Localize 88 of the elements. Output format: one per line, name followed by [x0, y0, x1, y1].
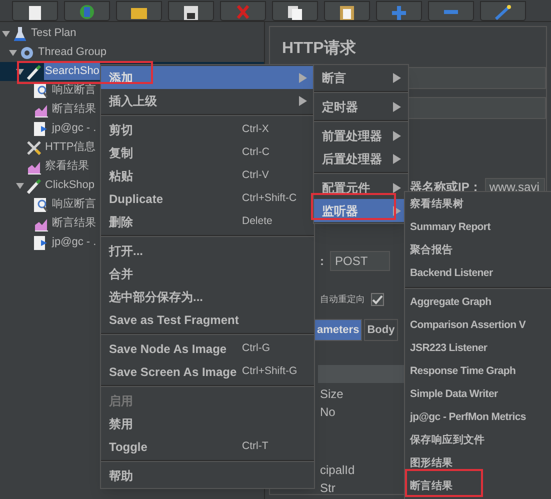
checkbox[interactable] — [371, 293, 384, 306]
menu-item[interactable]: 断言 — [314, 66, 408, 89]
tree-item[interactable]: jp@gc - . — [51, 120, 98, 137]
tools-icon — [26, 140, 42, 156]
menu-item[interactable]: Aggregate Graph — [405, 291, 551, 314]
tree-item[interactable]: 断言结果 — [51, 215, 97, 232]
menu-item[interactable]: JSR223 Listener — [405, 337, 551, 360]
menu-item[interactable]: 保存响应到文件 — [405, 429, 551, 452]
menu-item[interactable]: Duplicate Ctrl+Shift-C — [101, 187, 314, 210]
checkbox-label: 自动重定向 — [320, 293, 365, 306]
table-cell-text: Str — [320, 480, 336, 497]
menu-item[interactable]: jp@gc - PerfMon Metrics — [405, 406, 551, 429]
menu-item[interactable]: Backend Listener — [405, 262, 551, 285]
menu-item[interactable]: Comparison Assertion V — [405, 314, 551, 337]
tree-item[interactable]: 断言结果 — [51, 101, 97, 118]
expanded-caret-icon[interactable] — [16, 182, 24, 190]
menu-item[interactable]: 合并 — [101, 262, 314, 285]
tree-item[interactable]: Thread Group — [37, 44, 108, 61]
tree-item[interactable]: SearchSho — [44, 63, 100, 80]
menu-item[interactable]: 断言结果 — [405, 475, 551, 498]
submenu-arrow-icon — [392, 72, 402, 84]
menu-item[interactable]: 聚合报告 — [405, 239, 551, 262]
menu-item[interactable]: 前置处理器 — [314, 124, 408, 147]
expanded-caret-icon[interactable] — [2, 30, 10, 38]
pipette-icon — [26, 178, 42, 194]
shortcut-label: Ctrl-C — [242, 144, 270, 160]
toolbar-button[interactable] — [168, 1, 214, 21]
shortcut-label: Ctrl+Shift-G — [242, 364, 298, 379]
menu-item[interactable]: 删除 Delete — [101, 210, 314, 233]
tree-item[interactable]: Test Plan — [30, 25, 78, 42]
submenu-arrow-icon — [392, 152, 402, 164]
menu-item[interactable]: 打开... — [101, 239, 314, 262]
tree-item[interactable]: jp@gc - . — [51, 234, 98, 251]
minus-icon — [444, 10, 458, 14]
check-icon — [372, 294, 383, 305]
toolbar-button[interactable] — [272, 1, 318, 21]
menu-item[interactable]: 帮助 — [101, 464, 314, 487]
submenu-arrow-icon — [392, 182, 402, 194]
toolbar-button[interactable] — [324, 1, 370, 21]
magnifier-icon — [33, 196, 49, 212]
submenu-arrow-icon — [392, 130, 402, 142]
menu-item[interactable]: 察看结果树 — [405, 193, 551, 216]
document-arrow-icon — [33, 120, 49, 136]
shortcut-label: Ctrl-G — [242, 340, 271, 356]
menu-item[interactable]: 剪切 Ctrl-X — [101, 118, 314, 141]
shortcut-label: Delete — [242, 214, 274, 229]
wand-icon — [492, 4, 514, 20]
expanded-caret-icon[interactable] — [9, 48, 17, 56]
pipette-icon — [26, 64, 42, 80]
menu-item[interactable]: Save Node As Image Ctrl-G — [101, 337, 314, 360]
menu-item[interactable]: Response Time Graph — [405, 360, 551, 383]
toolbar-button[interactable] — [12, 1, 58, 21]
panel-title: HTTP请求 — [282, 38, 356, 59]
submenu-arrow-icon — [392, 100, 402, 112]
tree-item[interactable]: 响应断言 — [51, 82, 97, 99]
menu-item[interactable]: 图形结果 — [405, 452, 551, 475]
shortcut-label: Ctrl+Shift-C — [242, 190, 298, 206]
menu-item[interactable]: 复制 Ctrl-C — [101, 141, 314, 164]
toolbar-button[interactable] — [116, 1, 162, 21]
flask-icon — [12, 26, 28, 42]
menu-item[interactable]: 粘贴 Ctrl-V — [101, 164, 314, 187]
field-label: : — [320, 253, 324, 270]
tab[interactable]: ameters — [314, 319, 362, 341]
tree-item[interactable]: 响应断言 — [51, 196, 97, 213]
menu-item[interactable]: Simple Data Writer — [405, 383, 551, 406]
shortcut-label: Ctrl-X — [242, 122, 270, 137]
document-arrow-icon — [33, 234, 49, 250]
table-cell-text: No — [320, 404, 336, 421]
shortcut-label: Ctrl-V — [242, 168, 270, 183]
tree-item[interactable]: HTTP信息 — [44, 139, 97, 156]
table-cell-text: Size — [320, 386, 344, 403]
menu-item[interactable]: Toggle Ctrl-T — [101, 435, 314, 458]
method-dropdown[interactable]: POST — [330, 251, 390, 271]
magnifier-icon — [33, 82, 49, 98]
menu-item[interactable]: 插入上级 — [101, 89, 314, 112]
tab[interactable]: Body — [364, 319, 398, 341]
menu-item[interactable]: 选中部分保存为... — [101, 285, 314, 308]
table-cell-text: cipalId — [320, 462, 355, 479]
shortcut-label: Ctrl-T — [242, 438, 270, 454]
tree-item[interactable]: ClickShop — [44, 177, 96, 194]
menu-item[interactable]: Summary Report — [405, 216, 551, 239]
menu-item[interactable]: Save as Test Fragment — [101, 308, 314, 331]
menu-item[interactable]: Save Screen As Image Ctrl+Shift-G — [101, 360, 314, 383]
tree-item[interactable]: 察看结果 — [44, 158, 90, 175]
menu-item[interactable]: 后置处理器 — [314, 147, 408, 170]
gear-icon — [19, 44, 35, 60]
menu-item[interactable]: 禁用 — [101, 412, 314, 435]
menu-item[interactable]: 定时器 — [314, 95, 408, 118]
